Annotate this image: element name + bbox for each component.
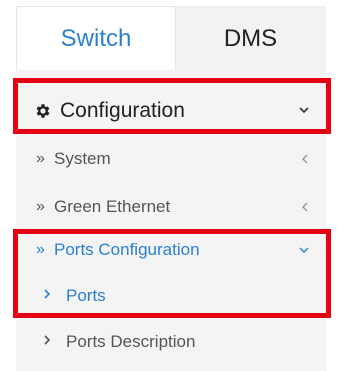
menu-item-green-ethernet[interactable]: » Green Ethernet xyxy=(16,185,326,231)
menu-item-label: Green Ethernet xyxy=(54,197,171,216)
chevron-right-icon xyxy=(44,289,51,299)
menu-item-ports-configuration[interactable]: » Ports Configuration xyxy=(16,228,326,274)
menu-item-ports-description[interactable]: Ports Description xyxy=(16,320,326,366)
menu-section-label: Configuration xyxy=(60,99,185,122)
chevron-down-icon xyxy=(299,107,309,114)
double-chevron-right-icon: » xyxy=(36,241,45,258)
menu-item-ports[interactable]: Ports xyxy=(16,274,326,320)
chevron-left-icon xyxy=(302,202,308,212)
menu-item-label: Ports Configuration xyxy=(54,240,200,259)
menu-item-label: Ports Description xyxy=(66,332,196,351)
chevron-down-icon xyxy=(299,247,309,253)
chevron-right-icon xyxy=(44,335,51,345)
menu-item-label: System xyxy=(54,149,111,168)
gear-icon xyxy=(36,104,50,118)
double-chevron-right-icon: » xyxy=(36,150,45,167)
tab-dms-label: DMS xyxy=(223,24,278,52)
chevron-left-icon xyxy=(302,154,308,164)
top-tabs: Switch DMS xyxy=(0,0,343,70)
menu-section-configuration[interactable]: Configuration xyxy=(16,80,326,142)
tab-dms[interactable]: DMS xyxy=(176,6,326,70)
sidebar-menu: Configuration » System » Green Ethernet … xyxy=(16,70,326,371)
tab-switch-label: Switch xyxy=(60,24,132,52)
menu-item-label: Ports xyxy=(66,286,106,305)
menu-item-system[interactable]: » System xyxy=(16,137,326,183)
tab-switch[interactable]: Switch xyxy=(16,6,176,70)
double-chevron-right-icon: » xyxy=(36,198,45,215)
